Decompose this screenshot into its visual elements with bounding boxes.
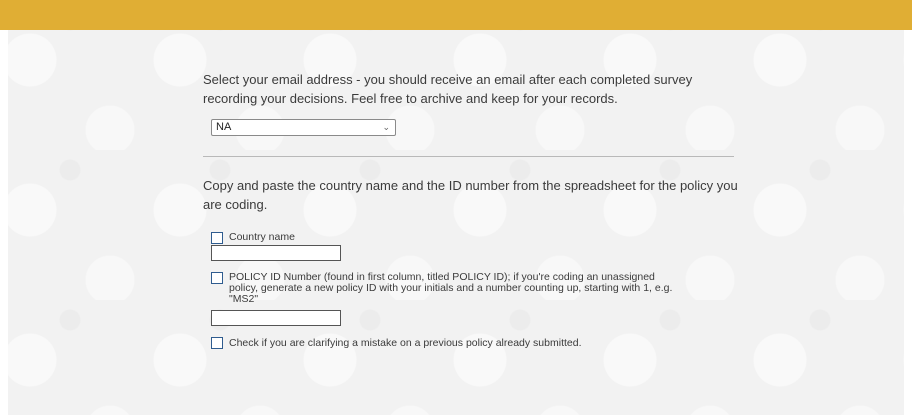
- clarify-mistake-label: Check if you are clarifying a mistake on…: [229, 337, 582, 349]
- country-name-label: Country name: [229, 231, 295, 243]
- header-bar: [0, 0, 912, 30]
- email-dropdown[interactable]: NA ⌄: [211, 119, 396, 136]
- chevron-down-icon: ⌄: [382, 122, 390, 132]
- question-email-text: Select your email address - you should r…: [203, 72, 693, 106]
- email-dropdown-value: NA: [216, 121, 232, 133]
- question-country-id-text: Copy and paste the country name and the …: [203, 178, 738, 212]
- policy-id-input[interactable]: [211, 310, 341, 326]
- clarify-mistake-checkbox[interactable]: [211, 337, 223, 349]
- right-margin: [904, 30, 912, 415]
- country-name-checkbox[interactable]: [211, 232, 223, 244]
- question-divider: [203, 156, 734, 157]
- left-margin: [0, 30, 8, 415]
- country-name-input[interactable]: [211, 245, 341, 261]
- policy-id-label: POLICY ID Number (found in first column,…: [229, 271, 673, 305]
- policy-id-checkbox[interactable]: [211, 272, 223, 284]
